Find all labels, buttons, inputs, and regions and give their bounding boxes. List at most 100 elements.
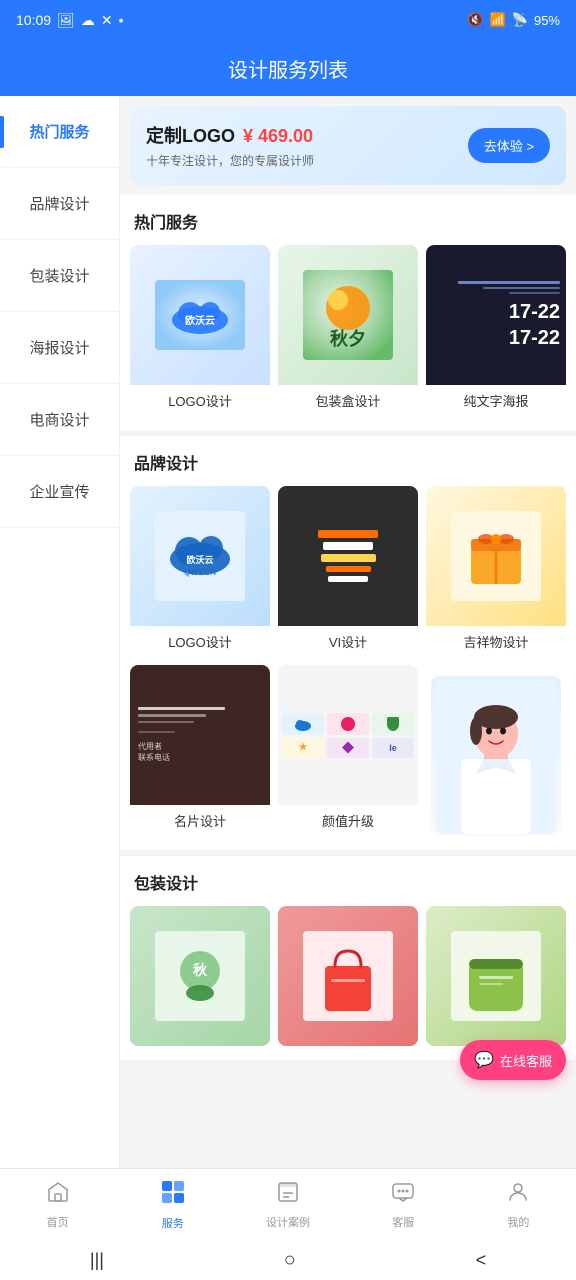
brand-value-item[interactable]: ★ Ie 颜值升级 — [278, 665, 418, 836]
value-cell-3 — [372, 713, 414, 735]
poster-date-2: 17-22 — [509, 327, 560, 350]
hot-poster-inner: 17-22 17-22 — [426, 245, 566, 385]
brand-vi-inner — [278, 486, 418, 626]
cs-icon — [391, 1180, 415, 1210]
home-button[interactable]: ○ — [284, 1249, 296, 1272]
nav-item-mine[interactable]: 我的 — [461, 1169, 576, 1240]
notification-icon: 🖼 — [57, 12, 75, 29]
hot-packaging-svg: 秋夕 — [303, 270, 393, 360]
brand-card-inner: 代用者联系电话 — [130, 665, 270, 805]
card-line-3 — [138, 721, 194, 723]
sidebar-item-hot[interactable]: 热门服务 — [0, 96, 119, 168]
hot-logo-inner: 欧沃云 — [130, 245, 270, 385]
sidebar-label-packaging: 包装设计 — [29, 265, 89, 286]
sidebar: 热门服务 品牌设计 包装设计 海报设计 电商设计 企业宣传 — [0, 96, 120, 1168]
banner-top-row: 定制LOGO ¥ 469.00 — [146, 122, 314, 148]
nav-item-cases[interactable]: 设计案例 — [230, 1169, 345, 1240]
brand-card-label: 名片设计 — [130, 805, 270, 836]
hot-logo-label: LOGO设计 — [130, 385, 270, 416]
brand-value-inner: ★ Ie — [278, 665, 418, 805]
sidebar-item-packaging[interactable]: 包装设计 — [0, 240, 119, 312]
float-cs-button[interactable]: 💬 在线客服 — [460, 1040, 566, 1080]
hot-packaging-image: 秋夕 — [278, 245, 418, 385]
nav-item-cs[interactable]: 客服 — [346, 1169, 461, 1240]
pkg-inner-3 — [426, 906, 566, 1046]
signal-icon: 📡 — [512, 12, 528, 28]
packaging-section-title: 包装设计 — [130, 870, 566, 894]
nav-item-home[interactable]: 首页 — [0, 1169, 115, 1240]
brand-mascot-label: 吉祥物设计 — [426, 626, 566, 657]
card-line-2 — [138, 714, 206, 717]
brand-grid-row2: 代用者联系电话 名片设计 — [130, 665, 566, 836]
value-cell-2 — [327, 713, 369, 735]
hot-poster-image: 17-22 17-22 — [426, 245, 566, 385]
pkg-item-3[interactable] — [426, 906, 566, 1046]
hot-poster-item[interactable]: 17-22 17-22 纯文字海报 — [426, 245, 566, 416]
banner-price: ¥ 469.00 — [243, 126, 313, 147]
battery: 95% — [534, 13, 560, 28]
hot-packaging-inner: 秋夕 — [278, 245, 418, 385]
main-body: 热门服务 品牌设计 包装设计 海报设计 电商设计 企业宣传 定制LOGO ¥ 4… — [0, 96, 576, 1168]
hot-logo-item[interactable]: 欧沃云 LOGO设计 — [130, 245, 270, 416]
hot-packaging-label: 包装盒设计 — [278, 385, 418, 416]
nav-item-service[interactable]: 服务 — [115, 1169, 230, 1240]
brand-card-item[interactable]: 代用者联系电话 名片设计 — [130, 665, 270, 836]
value-logo-1 — [293, 717, 313, 731]
sidebar-item-corporate[interactable]: 企业宣传 — [0, 456, 119, 528]
poster-line-3 — [509, 292, 560, 294]
banner-subtitle: 十年专注设计，您的专属设计师 — [146, 152, 314, 169]
back-button[interactable]: ||| — [90, 1250, 104, 1271]
vi-bar-4 — [326, 566, 371, 572]
volume-icon: 🔇 — [467, 12, 483, 28]
pkg-item-1[interactable]: 秋 — [130, 906, 270, 1046]
svg-text:欧沃云: 欧沃云 — [186, 554, 213, 565]
pkg-inner-2 — [278, 906, 418, 1046]
sidebar-label-corporate: 企业宣传 — [29, 481, 89, 502]
value-cell-4: ★ — [282, 738, 324, 758]
hot-logo-image: 欧沃云 — [130, 245, 270, 385]
value-diamond — [342, 742, 354, 754]
wifi-icon: 📶 — [490, 12, 506, 28]
page-header: 设计服务列表 — [0, 40, 576, 96]
close-icon: ✕ — [101, 12, 113, 29]
float-cs-label: 在线客服 — [500, 1051, 552, 1070]
brand-mascot-svg — [451, 511, 541, 601]
vi-bar-2 — [323, 542, 373, 550]
home-svg — [46, 1180, 70, 1204]
service-svg — [160, 1179, 186, 1205]
service-icon — [160, 1179, 186, 1211]
cases-svg — [276, 1180, 300, 1204]
pkg-svg-2 — [303, 931, 393, 1021]
pkg-svg-1: 秋 — [155, 931, 245, 1021]
svg-text:秋夕: 秋夕 — [330, 328, 366, 349]
value-text: Ie — [389, 743, 397, 753]
brand-vi-item[interactable]: VI设计 — [278, 486, 418, 657]
brand-logo-svg: 欧沃云 QWY.CN — [155, 511, 245, 601]
sidebar-item-brand[interactable]: 品牌设计 — [0, 168, 119, 240]
promo-banner[interactable]: 定制LOGO ¥ 469.00 十年专注设计，您的专属设计师 去体验 > — [130, 106, 566, 185]
hot-logo-svg: 欧沃云 — [155, 280, 245, 350]
hot-section-title: 热门服务 — [130, 209, 566, 233]
card-line-4 — [138, 731, 175, 733]
cs-svg — [391, 1180, 415, 1204]
brand-design-section: 品牌设计 欧沃云 QWY.CN — [120, 436, 576, 850]
brand-card-image: 代用者联系电话 — [130, 665, 270, 805]
banner-cta-button[interactable]: 去体验 > — [468, 128, 550, 163]
sidebar-item-poster[interactable]: 海报设计 — [0, 312, 119, 384]
hot-packaging-item[interactable]: 秋夕 包装盒设计 — [278, 245, 418, 416]
nav-label-cases: 设计案例 — [266, 1214, 310, 1230]
vi-bar-3 — [321, 554, 376, 562]
value-leaf — [387, 717, 399, 731]
brand-grid-row1: 欧沃云 QWY.CN LOGO设计 — [130, 486, 566, 657]
brand-mascot-item[interactable]: 吉祥物设计 — [426, 486, 566, 657]
sidebar-label-poster: 海报设计 — [29, 337, 89, 358]
value-grid: ★ Ie — [282, 713, 414, 758]
sidebar-item-ecommerce[interactable]: 电商设计 — [0, 384, 119, 456]
brand-logo-item[interactable]: 欧沃云 QWY.CN LOGO设计 — [130, 486, 270, 657]
svg-text:欧沃云: 欧沃云 — [185, 314, 215, 327]
recent-button[interactable]: < — [476, 1250, 487, 1271]
sidebar-label-brand: 品牌设计 — [29, 193, 89, 214]
pkg-item-2[interactable] — [278, 906, 418, 1046]
status-right-group: 🔇 📶 📡 95% — [467, 12, 560, 28]
time: 10:09 — [16, 12, 51, 28]
